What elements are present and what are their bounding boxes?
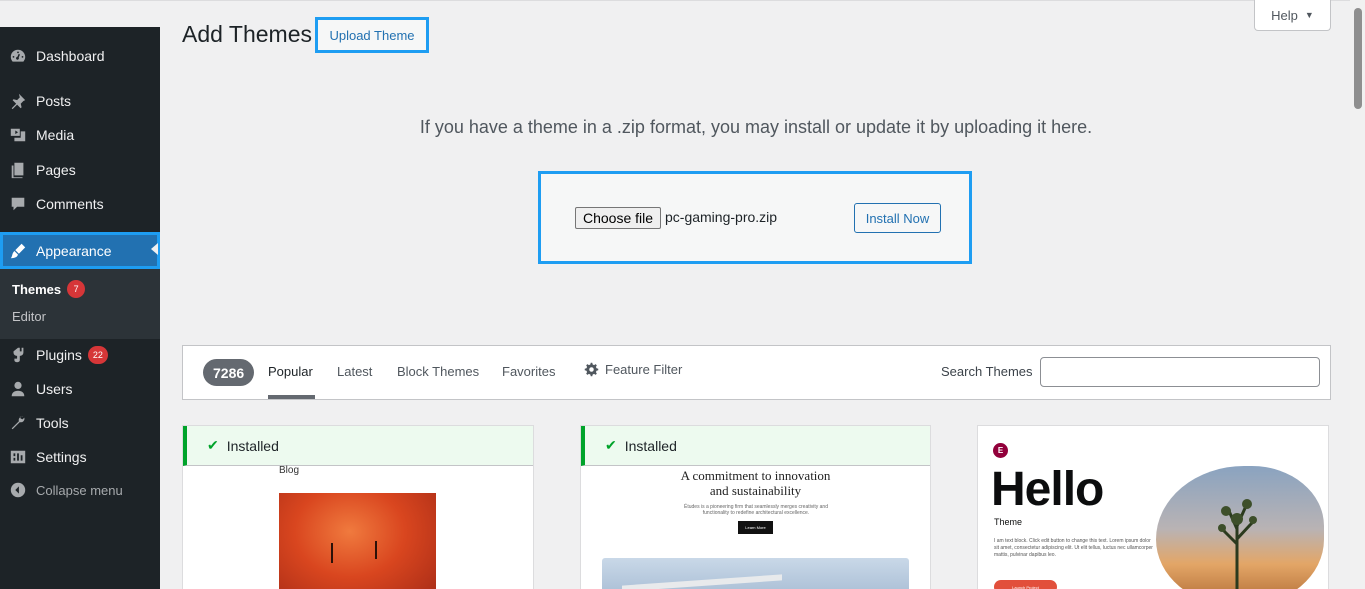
checkmark-icon: ✔ <box>207 437 219 453</box>
theme-card[interactable]: E Hello Theme I am text block. Click edi… <box>977 425 1329 589</box>
theme-preview-heading: A commitment to innovation and sustainab… <box>680 468 831 498</box>
gear-icon <box>584 362 599 377</box>
sidebar-item-label: Posts <box>36 93 72 109</box>
collapse-menu-button[interactable]: Collapse menu <box>0 473 160 507</box>
tab-block-themes[interactable]: Block Themes <box>397 364 479 379</box>
feature-filter-label: Feature Filter <box>605 362 683 377</box>
scrollbar-thumb[interactable] <box>1354 8 1362 109</box>
plugins-update-badge: 22 <box>87 346 108 364</box>
upload-theme-button[interactable]: Upload Theme <box>315 17 429 53</box>
theme-preview-image <box>602 558 909 589</box>
checkmark-icon: ✔ <box>605 437 617 453</box>
sidebar-item-label: Dashboard <box>36 48 105 64</box>
pages-icon <box>0 161 36 179</box>
tab-popular[interactable]: Popular <box>268 364 313 379</box>
theme-preview-button: Launch Project <box>994 580 1057 589</box>
page-scrollbar[interactable] <box>1350 0 1365 589</box>
collapse-arrow-icon <box>0 481 36 499</box>
caret-down-icon: ▼ <box>1304 10 1314 20</box>
tab-favorites[interactable]: Favorites <box>502 364 555 379</box>
sidebar-item-label: Settings <box>36 449 87 465</box>
installed-label: Installed <box>226 437 279 454</box>
theme-preview-body: Études is a pioneering firm that seamles… <box>684 504 828 516</box>
theme-card[interactable]: ✔ Installed Blog <box>182 425 534 589</box>
sidebar-item-tools[interactable]: Tools <box>0 406 160 440</box>
settings-icon <box>0 448 36 466</box>
sidebar-item-label: Pages <box>36 162 76 178</box>
elementor-logo: E <box>993 443 1008 458</box>
theme-preview-heading: Hello <box>991 463 1104 516</box>
admin-sidebar: Dashboard Posts Media Pages Comments App… <box>0 27 160 589</box>
collapse-menu-label: Collapse menu <box>36 482 123 498</box>
upload-form: Choose file pc-gaming-pro.zip Install No… <box>538 171 972 264</box>
dashboard-icon <box>0 47 36 65</box>
sidebar-item-label: Comments <box>36 196 104 212</box>
sidebar-item-users[interactable]: Users <box>0 372 160 406</box>
submenu-item-editor[interactable]: Editor <box>12 309 46 324</box>
theme-preview-heading: Blog <box>279 465 300 476</box>
search-themes-label: Search Themes <box>941 364 1033 379</box>
sidebar-item-label: Users <box>36 381 73 397</box>
submenu-item-label: Themes <box>12 281 62 297</box>
sidebar-item-media[interactable]: Media <box>0 118 160 152</box>
upload-instructions: If you have a theme in a .zip format, yo… <box>419 117 1093 137</box>
tab-latest[interactable]: Latest <box>337 364 372 379</box>
sidebar-item-label: Tools <box>36 415 69 431</box>
comment-icon <box>0 195 36 213</box>
sidebar-item-pages[interactable]: Pages <box>0 153 160 187</box>
themes-update-badge: 7 <box>67 280 86 298</box>
choose-file-button[interactable]: Choose file <box>575 207 662 229</box>
page-title: Add Themes <box>182 21 312 47</box>
wrench-icon <box>0 414 36 432</box>
selected-file-name: pc-gaming-pro.zip <box>665 209 778 225</box>
installed-label: Installed <box>624 437 677 454</box>
sidebar-item-appearance[interactable]: Appearance <box>0 232 160 269</box>
theme-card[interactable]: ✔ Installed A commitment to innovation a… <box>580 425 931 589</box>
user-icon <box>0 380 36 398</box>
theme-preview-button: Learn More <box>738 521 773 534</box>
submenu-item-label: Editor <box>12 309 46 324</box>
sidebar-item-settings[interactable]: Settings <box>0 440 160 474</box>
sidebar-item-dashboard[interactable]: Dashboard <box>0 39 160 73</box>
cactus-illustration <box>1218 499 1257 589</box>
active-tab-indicator <box>268 395 315 399</box>
installed-notice: ✔ Installed <box>183 426 533 466</box>
bird-silhouette <box>331 543 333 563</box>
submenu-item-themes[interactable]: Themes 7 <box>12 280 86 298</box>
plugin-icon <box>0 346 36 364</box>
paintbrush-icon <box>0 242 36 260</box>
sidebar-item-label: Appearance <box>36 242 112 259</box>
sidebar-item-label: Media <box>36 127 75 143</box>
sidebar-item-posts[interactable]: Posts <box>0 84 160 118</box>
pushpin-icon <box>0 92 36 110</box>
search-themes-input[interactable] <box>1040 357 1320 387</box>
feature-filter-button[interactable]: Feature Filter <box>584 362 682 377</box>
current-menu-arrow <box>151 243 158 255</box>
theme-preview-image <box>279 493 436 589</box>
install-now-button[interactable]: Install Now <box>854 203 941 233</box>
sidebar-item-plugins[interactable]: Plugins 22 <box>0 338 160 372</box>
help-tab-button[interactable]: Help ▼ <box>1254 0 1331 31</box>
appearance-submenu: Themes 7 Editor <box>0 269 160 339</box>
theme-preview-body: I am text block. Click edit button to ch… <box>994 538 1153 558</box>
theme-filter-bar: 7286 Popular Latest Block Themes Favorit… <box>182 345 1331 400</box>
media-icon <box>0 126 36 144</box>
help-label: Help <box>1271 7 1298 23</box>
installed-notice: ✔ Installed <box>581 426 930 466</box>
theme-count-badge: 7286 <box>203 359 255 386</box>
bird-silhouette <box>375 541 377 559</box>
top-border <box>0 0 1365 1</box>
theme-preview-subheading: Theme <box>994 517 1023 527</box>
sidebar-item-label: Plugins <box>36 347 82 363</box>
sidebar-item-comments[interactable]: Comments <box>0 187 160 221</box>
